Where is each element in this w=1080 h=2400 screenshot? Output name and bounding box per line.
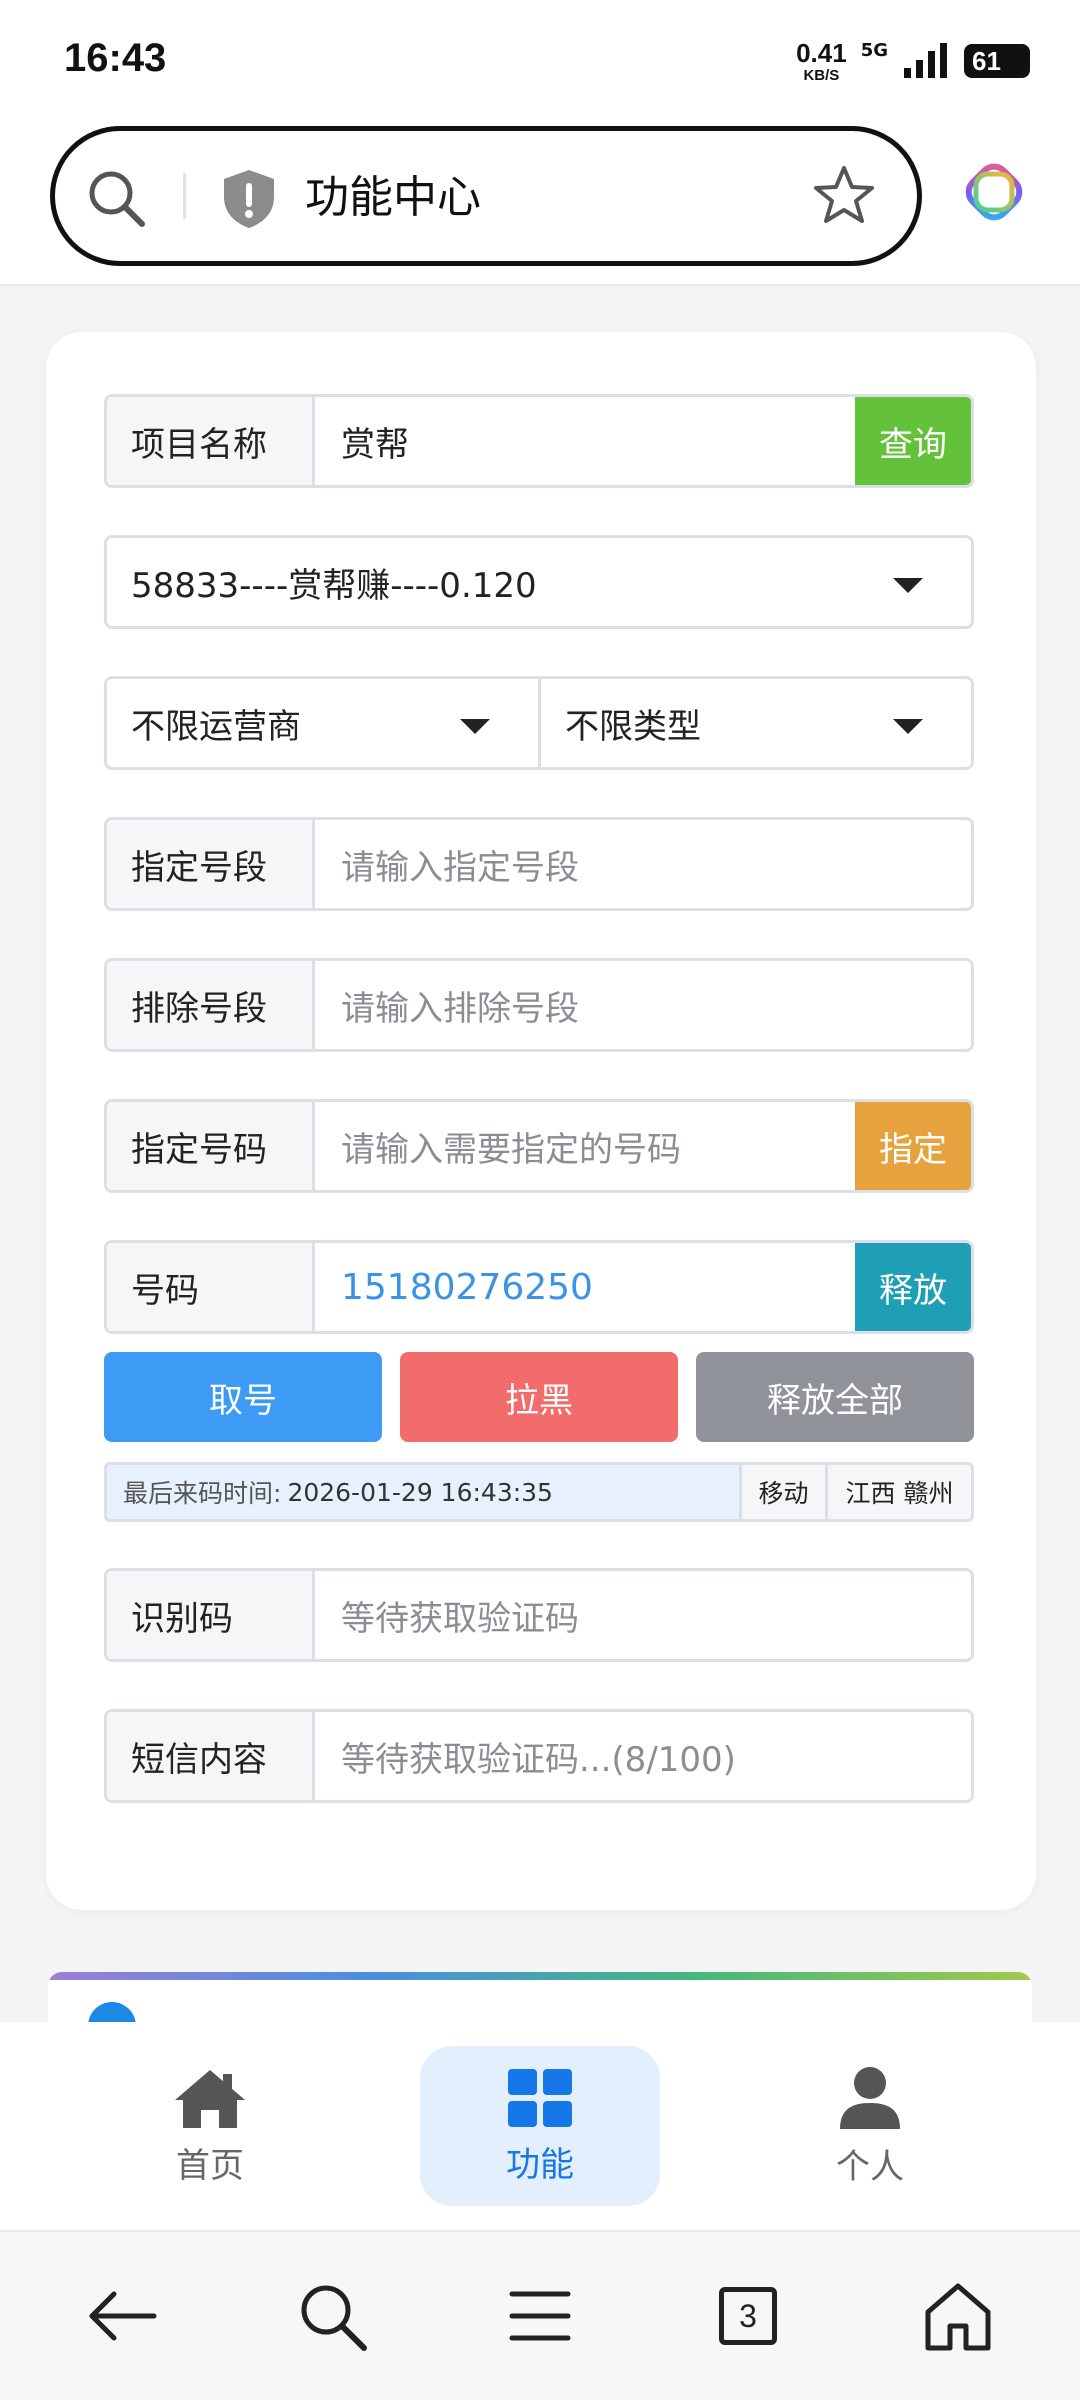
- number-label: 号码: [107, 1243, 315, 1331]
- home-outline-icon[interactable]: [920, 2278, 996, 2354]
- battery-level: 61: [972, 45, 1001, 76]
- get-number-button[interactable]: 取号: [104, 1352, 382, 1442]
- number-row: 号码 15180276250 释放: [104, 1240, 974, 1334]
- star-icon[interactable]: [811, 163, 877, 229]
- specify-button[interactable]: 指定: [855, 1102, 971, 1190]
- last-code-info: 最后来码时间: 2026-01-29 16:43:35 移动 江西 赣州: [104, 1462, 974, 1522]
- code-input[interactable]: 等待获取验证码: [315, 1571, 971, 1659]
- browser-toolbar: 功能中心: [0, 120, 1080, 286]
- sms-row: 短信内容 等待获取验证码...(8/100): [104, 1709, 974, 1803]
- type-select-value: 不限类型: [565, 706, 701, 747]
- gradient-stripe: [48, 1972, 1032, 1980]
- phone-number[interactable]: 15180276250: [315, 1243, 855, 1331]
- nav-home[interactable]: 首页: [90, 2046, 330, 2206]
- exclude-label: 排除号段: [107, 961, 315, 1049]
- sms-label: 短信内容: [107, 1712, 315, 1800]
- grid-icon: [508, 2068, 572, 2127]
- release-all-button[interactable]: 释放全部: [696, 1352, 974, 1442]
- search-icon[interactable]: [294, 2278, 370, 2354]
- address-bar[interactable]: 功能中心: [50, 126, 922, 266]
- specify-label: 指定号码: [107, 1102, 315, 1190]
- network-speed-unit: KB/S: [803, 66, 840, 84]
- network-speed-value: 0.41: [796, 37, 847, 68]
- query-button[interactable]: 查询: [855, 397, 971, 485]
- battery-icon: 61: [964, 44, 1030, 78]
- last-code-value: 2026-01-29 16:43:35: [287, 1477, 553, 1507]
- function-card: 项目名称 赏帮 查询 58833----赏帮赚----0.120 不限运营商 不…: [46, 332, 1036, 1910]
- prefix-row: 指定号段 请输入指定号段: [104, 817, 974, 911]
- carrier-badge: 移动: [739, 1465, 825, 1519]
- last-code-label: 最后来码时间:: [123, 1479, 282, 1508]
- network-type: 5G: [860, 40, 888, 61]
- bottom-navigation: 首页 功能 个人: [0, 2022, 1080, 2232]
- home-icon: [175, 2069, 245, 2128]
- project-name-row: 项目名称 赏帮 查询: [104, 394, 974, 488]
- project-name-label: 项目名称: [107, 397, 315, 485]
- code-label: 识别码: [107, 1571, 315, 1659]
- carrier-select-value: 不限运营商: [131, 706, 301, 747]
- specify-input[interactable]: 请输入需要指定的号码: [315, 1102, 855, 1190]
- back-arrow-icon[interactable]: [84, 2278, 160, 2354]
- chevron-down-icon: [893, 578, 923, 593]
- chevron-down-icon: [460, 719, 490, 734]
- nav-personal[interactable]: 个人: [750, 2046, 990, 2206]
- type-select[interactable]: 不限类型: [538, 676, 974, 770]
- region-badge: 江西 赣州: [825, 1465, 971, 1519]
- shield-warning-icon[interactable]: [219, 167, 279, 231]
- prefix-label: 指定号段: [107, 820, 315, 908]
- project-name-input[interactable]: 赏帮: [315, 397, 855, 485]
- chevron-down-icon: [893, 719, 923, 734]
- nav-personal-label: 个人: [836, 2146, 904, 2187]
- signal-icon: [904, 43, 947, 78]
- tabs-icon: 3: [719, 2287, 777, 2345]
- release-button[interactable]: 释放: [855, 1243, 971, 1331]
- prefix-input[interactable]: 请输入指定号段: [315, 820, 971, 908]
- blacklist-button[interactable]: 拉黑: [400, 1352, 678, 1442]
- status-time: 16:43: [64, 36, 167, 80]
- project-select[interactable]: 58833----赏帮赚----0.120: [104, 535, 974, 629]
- code-row: 识别码 等待获取验证码: [104, 1568, 974, 1662]
- exclude-input[interactable]: 请输入排除号段: [315, 961, 971, 1049]
- tabs-count: 3: [739, 2297, 757, 2334]
- search-icon[interactable]: [85, 167, 147, 229]
- status-icons: 0.41 KB/S 5G 61: [796, 36, 1030, 86]
- last-code-time: 最后来码时间: 2026-01-29 16:43:35: [107, 1465, 739, 1519]
- network-speed: 0.41 KB/S: [796, 40, 847, 83]
- specify-row: 指定号码 请输入需要指定的号码 指定: [104, 1099, 974, 1193]
- project-select-value: 58833----赏帮赚----0.120: [131, 565, 537, 606]
- status-bar: 16:43 0.41 KB/S 5G 61: [0, 0, 1080, 120]
- browser-navigation: 3: [0, 2232, 1080, 2400]
- app-logo-icon[interactable]: [962, 160, 1026, 224]
- address-divider: [183, 173, 186, 219]
- exclude-row: 排除号段 请输入排除号段: [104, 958, 974, 1052]
- carrier-select[interactable]: 不限运营商: [104, 676, 541, 770]
- nav-function[interactable]: 功能: [420, 2046, 660, 2206]
- tabs-button[interactable]: 3: [710, 2278, 786, 2354]
- page-title: 功能中心: [305, 172, 481, 223]
- menu-icon[interactable]: [502, 2278, 578, 2354]
- nav-function-label: 功能: [506, 2144, 574, 2185]
- sms-input[interactable]: 等待获取验证码...(8/100): [315, 1712, 971, 1800]
- user-icon: [840, 2066, 900, 2129]
- nav-home-label: 首页: [176, 2145, 244, 2186]
